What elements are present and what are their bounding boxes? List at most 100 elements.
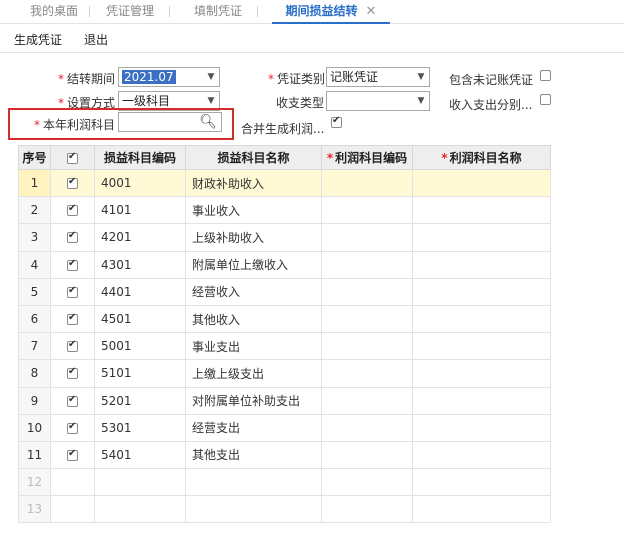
row-checkbox-cell[interactable]	[50, 277, 95, 306]
row-checkbox-cell[interactable]	[50, 223, 95, 252]
profit-name-cell[interactable]	[412, 250, 551, 279]
account-name-cell[interactable]: 对附属单位补助支出	[185, 386, 322, 415]
select-all-checkbox[interactable]	[67, 151, 78, 164]
profit-name-cell[interactable]	[412, 277, 551, 306]
table-row[interactable]: 3 4201上级补助收入	[18, 223, 551, 252]
table-row[interactable]: 11 5401其他支出	[18, 440, 551, 470]
account-code-cell[interactable]: 5201	[94, 386, 186, 415]
profit-name-cell[interactable]	[412, 304, 551, 334]
table-row[interactable]: 6 4501其他收入	[18, 304, 551, 334]
profit-code-cell[interactable]	[321, 468, 413, 497]
row-checkbox[interactable]	[67, 312, 78, 326]
profit-code-cell[interactable]	[321, 440, 413, 470]
profit-code-cell[interactable]	[321, 223, 413, 252]
profit-name-cell[interactable]	[412, 223, 551, 252]
account-code-cell[interactable]: 4501	[94, 304, 186, 334]
profit-code-cell[interactable]	[321, 196, 413, 225]
row-checkbox[interactable]	[67, 258, 78, 271]
table-row[interactable]: 13	[18, 495, 551, 524]
income-split-checkbox[interactable]	[540, 94, 551, 105]
table-row[interactable]: 5 4401经营收入	[18, 277, 551, 306]
profit-name-cell[interactable]	[412, 386, 551, 415]
tab-desktop[interactable]: 我的桌面	[18, 0, 90, 23]
row-checkbox[interactable]	[67, 366, 78, 380]
profit-name-cell[interactable]	[412, 168, 551, 198]
table-row[interactable]: 8 5101上缴上级支出	[18, 359, 551, 388]
account-name-cell[interactable]: 事业收入	[185, 196, 322, 225]
profit-code-cell[interactable]	[321, 413, 413, 442]
voucher-type-select[interactable]: 记账凭证 ▼	[326, 67, 430, 87]
account-code-cell[interactable]	[94, 468, 186, 497]
row-checkbox-cell[interactable]	[50, 168, 95, 198]
row-checkbox[interactable]	[67, 448, 78, 461]
table-row[interactable]: 7 5001事业支出	[18, 332, 551, 361]
tab-period-profit-loss-carryover[interactable]: 期间损益结转 ✕	[272, 0, 390, 24]
search-icon[interactable]: 🔍︎	[199, 113, 217, 131]
table-row[interactable]: 10 5301经营支出	[18, 413, 551, 442]
row-checkbox[interactable]	[67, 394, 78, 407]
table-row[interactable]: 2 4101事业收入	[18, 196, 551, 225]
profit-code-cell[interactable]	[321, 359, 413, 388]
account-code-cell[interactable]: 4001	[94, 168, 186, 198]
account-code-cell[interactable]: 4201	[94, 223, 186, 252]
account-code-cell[interactable]: 5101	[94, 359, 186, 388]
account-code-cell[interactable]: 4401	[94, 277, 186, 306]
profit-code-cell[interactable]	[321, 168, 413, 198]
row-checkbox-cell[interactable]	[50, 440, 95, 470]
profit-name-cell[interactable]	[412, 332, 551, 361]
account-name-cell[interactable]: 其他收入	[185, 304, 322, 334]
period-select[interactable]: 2021.07 ▼	[118, 67, 220, 87]
row-checkbox-cell[interactable]	[50, 495, 95, 524]
row-checkbox-cell[interactable]	[50, 359, 95, 388]
account-name-cell[interactable]: 经营支出	[185, 413, 322, 442]
merge-checkbox[interactable]	[331, 115, 342, 128]
row-checkbox[interactable]	[67, 285, 78, 298]
tab-fill-voucher[interactable]: 填制凭证	[178, 0, 258, 23]
include-unposted-checkbox[interactable]	[540, 70, 551, 81]
account-name-cell[interactable]: 事业支出	[185, 332, 322, 361]
profit-name-cell[interactable]	[412, 196, 551, 225]
profit-name-cell[interactable]	[412, 468, 551, 497]
exit-button[interactable]: 退出	[84, 31, 108, 48]
profit-code-cell[interactable]	[321, 250, 413, 279]
row-checkbox[interactable]	[67, 339, 78, 353]
row-checkbox-cell[interactable]	[50, 468, 95, 497]
table-row[interactable]: 1 4001财政补助收入	[18, 168, 551, 198]
row-checkbox[interactable]	[67, 203, 78, 217]
profit-code-cell[interactable]	[321, 332, 413, 361]
row-checkbox-cell[interactable]	[50, 196, 95, 225]
profit-code-cell[interactable]	[321, 277, 413, 306]
row-checkbox-cell[interactable]	[50, 250, 95, 279]
profit-code-cell[interactable]	[321, 304, 413, 334]
row-checkbox-cell[interactable]	[50, 304, 95, 334]
account-name-cell[interactable]	[185, 495, 322, 524]
tab-voucher-management[interactable]: 凭证管理	[90, 0, 170, 23]
close-icon[interactable]: ✕	[366, 4, 377, 19]
account-name-cell[interactable]: 其他支出	[185, 440, 322, 470]
account-name-cell[interactable]: 附属单位上缴收入	[185, 250, 322, 279]
row-checkbox-cell[interactable]	[50, 413, 95, 442]
profit-name-cell[interactable]	[412, 359, 551, 388]
row-checkbox[interactable]	[67, 176, 78, 190]
account-code-cell[interactable]: 5301	[94, 413, 186, 442]
table-row[interactable]: 12	[18, 468, 551, 497]
account-code-cell[interactable]: 5401	[94, 440, 186, 470]
profit-account-input[interactable]: 🔍︎	[118, 112, 222, 132]
profit-code-cell[interactable]	[321, 495, 413, 524]
account-name-cell[interactable]: 财政补助收入	[185, 168, 322, 198]
table-row[interactable]: 4 4301附属单位上缴收入	[18, 250, 551, 279]
generate-voucher-button[interactable]: 生成凭证	[14, 31, 62, 48]
account-code-cell[interactable]: 5001	[94, 332, 186, 361]
row-checkbox-cell[interactable]	[50, 386, 95, 415]
profit-name-cell[interactable]	[412, 413, 551, 442]
header-select-all[interactable]	[50, 145, 95, 170]
account-name-cell[interactable]	[185, 468, 322, 497]
table-row[interactable]: 9 5201对附属单位补助支出	[18, 386, 551, 415]
account-name-cell[interactable]: 上级补助收入	[185, 223, 322, 252]
account-code-cell[interactable]: 4301	[94, 250, 186, 279]
row-checkbox[interactable]	[67, 421, 78, 434]
account-code-cell[interactable]	[94, 495, 186, 524]
row-checkbox[interactable]	[67, 230, 78, 244]
income-type-select[interactable]: ▼	[326, 91, 430, 111]
account-code-cell[interactable]: 4101	[94, 196, 186, 225]
